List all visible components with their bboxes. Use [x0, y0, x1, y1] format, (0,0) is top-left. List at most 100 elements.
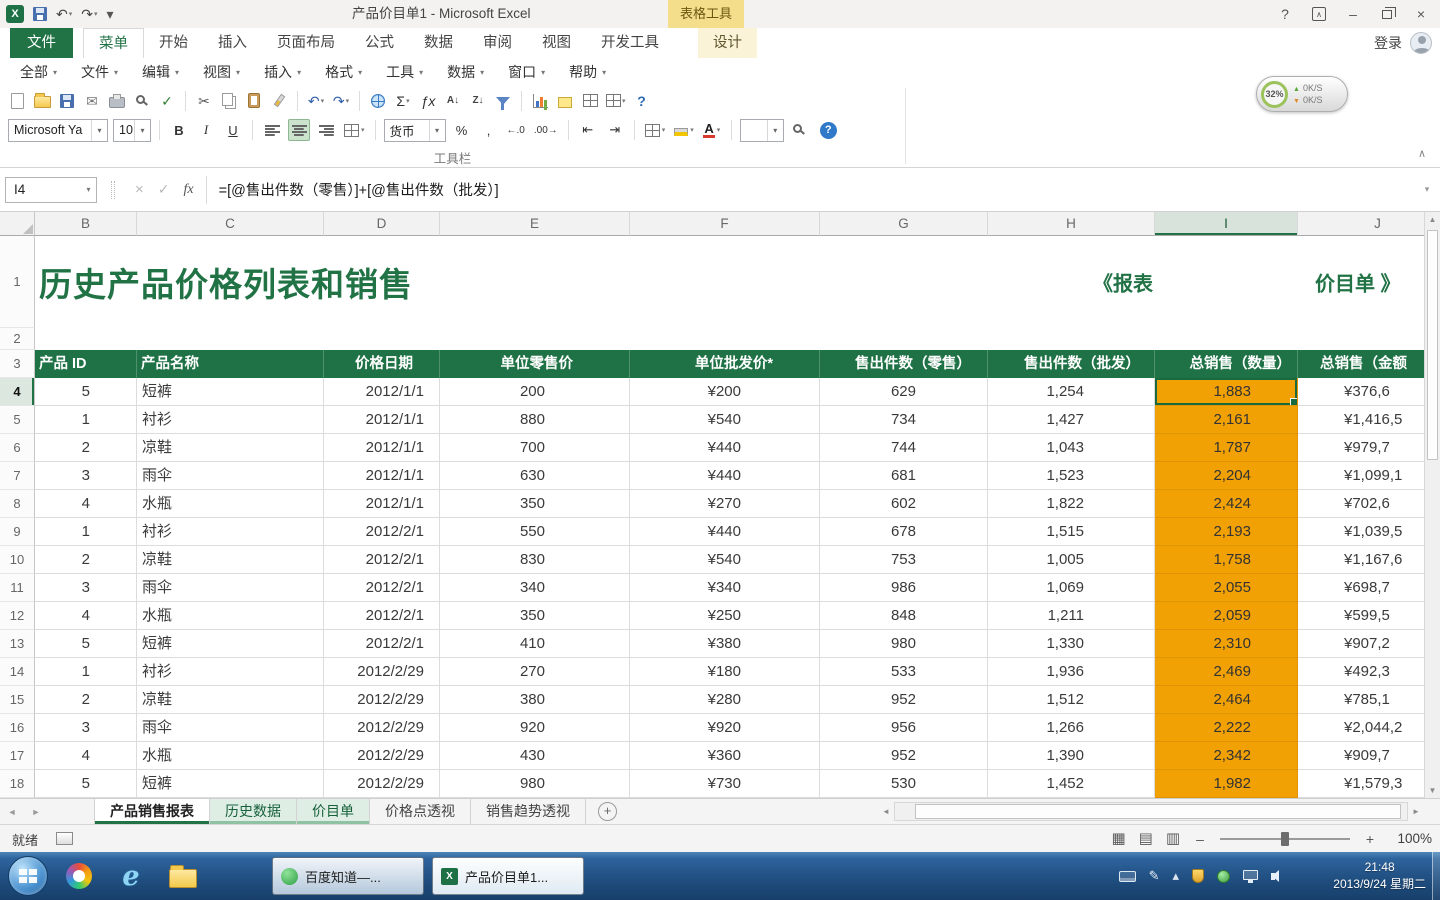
enter-icon[interactable]: ✓ — [158, 181, 170, 198]
minimize-icon[interactable]: – — [1338, 2, 1368, 26]
cell-G9[interactable]: 678 — [820, 518, 988, 546]
cell-C13[interactable]: 短裤 — [137, 630, 324, 658]
cell-J12[interactable]: ¥599,5 — [1298, 602, 1424, 630]
report-link[interactable]: 《报表 — [1093, 268, 1153, 297]
cell-J16[interactable]: ¥2,044,2 — [1298, 714, 1424, 742]
cell-F18[interactable]: ¥730 — [630, 770, 820, 798]
price-list-link[interactable]: 价目单 》 — [1315, 268, 1401, 297]
spelling-icon-button[interactable]: ✓ — [158, 89, 176, 113]
cell-J8[interactable]: ¥702,6 — [1298, 490, 1424, 518]
column-header-G[interactable]: G — [820, 212, 988, 236]
cell-E17[interactable]: 430 — [440, 742, 630, 770]
scroll-left-arrow-icon[interactable] — [878, 807, 894, 816]
comment-icon-button[interactable] — [556, 89, 574, 113]
horizontal-scrollbar-thumb[interactable] — [915, 804, 1401, 819]
cell-C5[interactable]: 衬衫 — [137, 406, 324, 434]
cell-I4[interactable]: 1,883 — [1155, 378, 1298, 406]
cell-I7[interactable]: 2,204 — [1155, 462, 1298, 490]
undo-icon-button[interactable]: ↶▾ — [307, 89, 325, 113]
cell-G16[interactable]: 956 — [820, 714, 988, 742]
cell-E15[interactable]: 380 — [440, 686, 630, 714]
cell-D18[interactable]: 2012/2/29 — [324, 770, 440, 798]
copy-icon-button[interactable] — [220, 89, 238, 113]
cell-D15[interactable]: 2012/2/29 — [324, 686, 440, 714]
redo-icon-button[interactable]: ↷▾ — [81, 7, 97, 21]
italic-button[interactable]: I — [195, 119, 217, 141]
cell-G4[interactable]: 629 — [820, 378, 988, 406]
redo-icon-button[interactable]: ↷▾ — [332, 89, 350, 113]
undo-icon-button[interactable]: ↶▾ — [56, 7, 72, 21]
cell-I6[interactable]: 1,787 — [1155, 434, 1298, 462]
cell-J9[interactable]: ¥1,039,5 — [1298, 518, 1424, 546]
cell-D17[interactable]: 2012/2/29 — [324, 742, 440, 770]
cell-E8[interactable]: 350 — [440, 490, 630, 518]
cell-C7[interactable]: 雨伞 — [137, 462, 324, 490]
cell-F12[interactable]: ¥250 — [630, 602, 820, 630]
menu-help[interactable]: 帮助▾ — [557, 58, 618, 86]
cell-I13[interactable]: 2,310 — [1155, 630, 1298, 658]
align-right-button[interactable] — [315, 119, 337, 141]
row-header-2[interactable]: 2 — [0, 328, 35, 350]
cell-I9[interactable]: 2,193 — [1155, 518, 1298, 546]
percent-style-button[interactable]: % — [451, 119, 473, 141]
row-header-15[interactable]: 15 — [0, 686, 35, 714]
print-icon-button[interactable] — [108, 89, 126, 113]
normal-view-icon[interactable]: ▦ — [1111, 831, 1125, 846]
cell-B18[interactable]: 5 — [35, 770, 137, 798]
select-all-corner[interactable] — [0, 212, 35, 236]
ribbon-tab-file[interactable]: 文件 — [10, 28, 73, 58]
cell-C4[interactable]: 短裤 — [137, 378, 324, 406]
open-folder-icon-button[interactable] — [33, 89, 51, 113]
cell-I15[interactable]: 2,464 — [1155, 686, 1298, 714]
zoom-slider[interactable] — [1220, 831, 1350, 847]
column-header-J[interactable]: J — [1298, 212, 1424, 236]
taskbar-app-excel[interactable]: 产品价目单1... — [432, 857, 584, 895]
column-header-C[interactable]: C — [137, 212, 324, 236]
ribbon-tab-page-layout[interactable]: 页面布局 — [262, 28, 350, 58]
row-header-17[interactable]: 17 — [0, 742, 35, 770]
cell-J18[interactable]: ¥1,579,3 — [1298, 770, 1424, 798]
network-icon[interactable] — [1243, 873, 1258, 880]
font-size-combo[interactable]: 10 — [113, 119, 151, 142]
sheet-tab-price-list[interactable]: 价目单 — [297, 799, 370, 824]
ribbon-tab-developer[interactable]: 开发工具 — [586, 28, 674, 58]
scroll-down-arrow-icon[interactable] — [1425, 786, 1440, 795]
bold-button[interactable]: B — [168, 119, 190, 141]
cell-H18[interactable]: 1,452 — [988, 770, 1155, 798]
zoom-percentage[interactable]: 100% — [1390, 831, 1432, 846]
cell-F6[interactable]: ¥440 — [630, 434, 820, 462]
cell-C8[interactable]: 水瓶 — [137, 490, 324, 518]
hyperlink-icon-button[interactable] — [369, 89, 387, 113]
show-desktop-button[interactable] — [1432, 852, 1440, 900]
save-icon-button[interactable] — [58, 89, 76, 113]
cell-G7[interactable]: 681 — [820, 462, 988, 490]
scroll-right-arrow-icon[interactable] — [1408, 807, 1424, 816]
merge-center-button[interactable] — [342, 119, 367, 141]
save-icon-button[interactable] — [33, 7, 47, 21]
cell-F11[interactable]: ¥340 — [630, 574, 820, 602]
print-preview-icon-button[interactable] — [133, 89, 151, 113]
cell-D11[interactable]: 2012/2/1 — [324, 574, 440, 602]
fill-color-button[interactable] — [672, 119, 696, 141]
restore-icon[interactable] — [1372, 2, 1402, 26]
cell-J4[interactable]: ¥376,6 — [1298, 378, 1424, 406]
row-header-18[interactable]: 18 — [0, 770, 35, 798]
name-box[interactable]: I4 — [5, 177, 97, 203]
cell-B17[interactable]: 4 — [35, 742, 137, 770]
menu-file[interactable]: 文件▾ — [69, 58, 130, 86]
vertical-scrollbar[interactable] — [1424, 212, 1440, 798]
cell-H4[interactable]: 1,254 — [988, 378, 1155, 406]
cell-E4[interactable]: 200 — [440, 378, 630, 406]
cell-J17[interactable]: ¥909,7 — [1298, 742, 1424, 770]
name-box-dropdown-icon[interactable] — [81, 178, 96, 202]
close-icon[interactable]: × — [1406, 2, 1436, 26]
ribbon-tab-design[interactable]: 设计 — [698, 28, 757, 58]
menu-edit[interactable]: 编辑▾ — [130, 58, 191, 86]
menu-format[interactable]: 格式▾ — [313, 58, 374, 86]
cell-H5[interactable]: 1,427 — [988, 406, 1155, 434]
cell-E11[interactable]: 340 — [440, 574, 630, 602]
cell-H17[interactable]: 1,390 — [988, 742, 1155, 770]
help-icon[interactable]: ? — [1270, 2, 1300, 26]
increase-decimal-button[interactable]: ←.0 — [505, 119, 527, 141]
cell-B11[interactable]: 3 — [35, 574, 137, 602]
